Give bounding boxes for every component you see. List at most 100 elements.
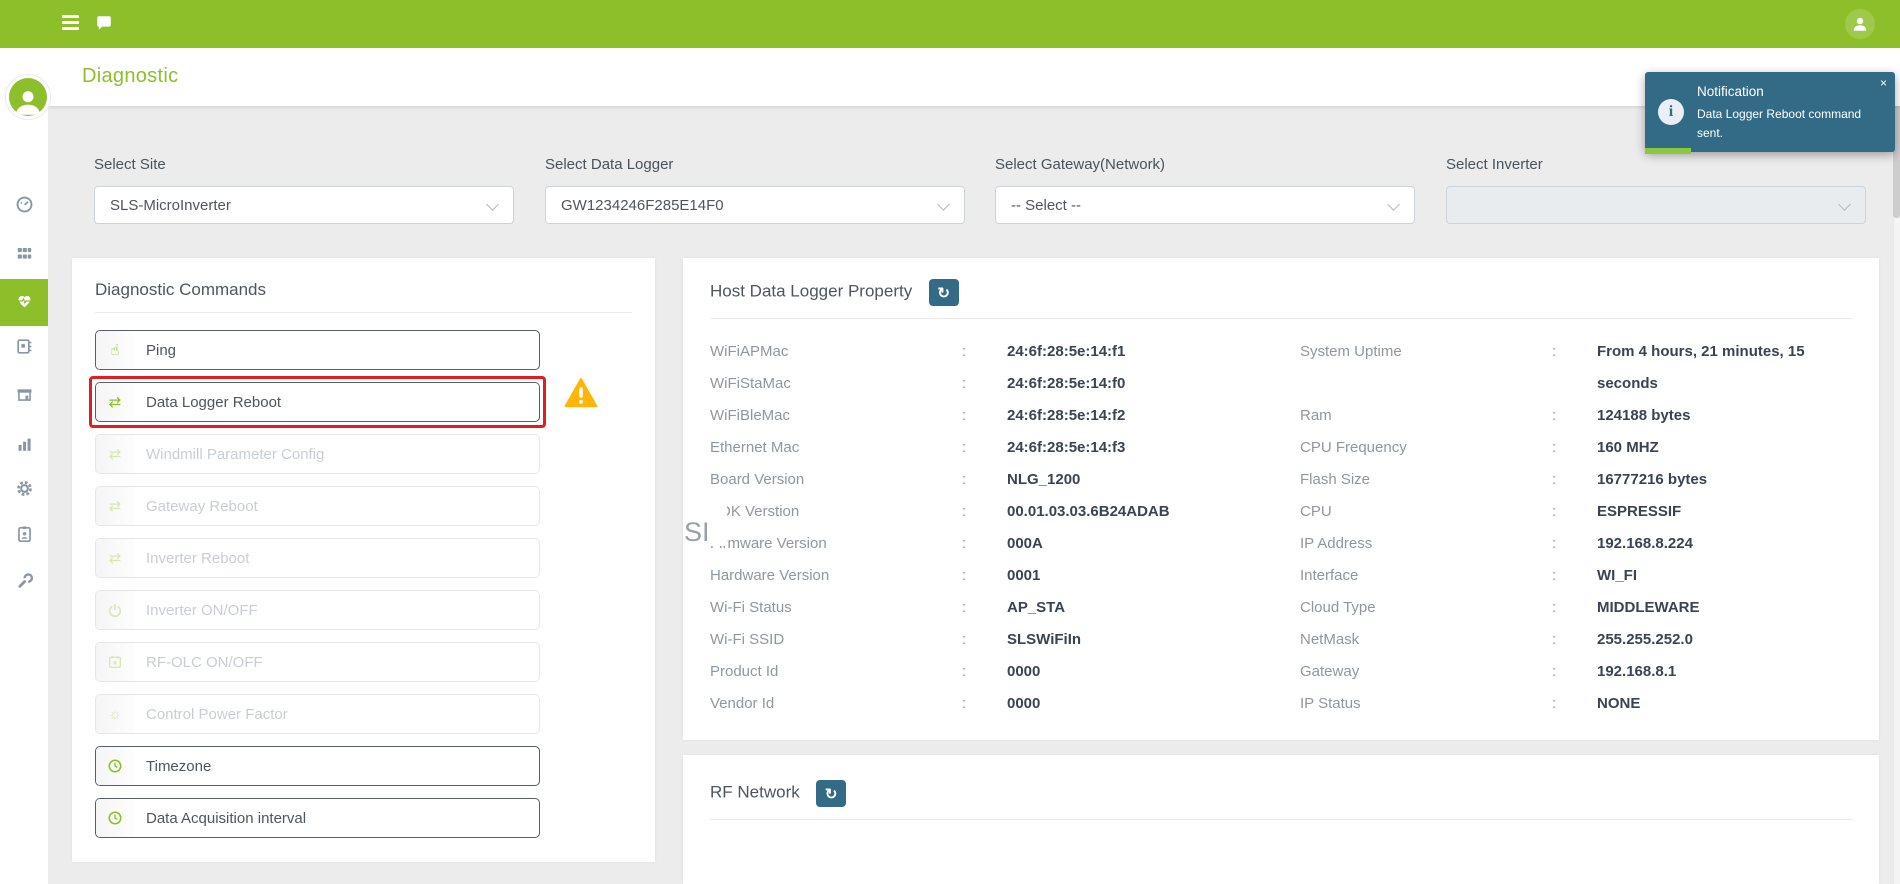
separator: : bbox=[962, 439, 967, 456]
property-key: SDK Verstion bbox=[710, 503, 800, 520]
property-row-sdk-verstion: SDK Verstion: 00.01.03.03.6B24ADAB bbox=[710, 496, 1285, 528]
filter-label: Select Inverter bbox=[1446, 156, 1543, 173]
toast-progress-bar bbox=[1645, 148, 1691, 154]
property-key: WiFiBleMac bbox=[710, 407, 791, 424]
property-key: Product Id bbox=[710, 663, 779, 680]
separator: : bbox=[1552, 631, 1557, 648]
close-icon[interactable]: × bbox=[1880, 76, 1887, 90]
command-data-logger-reboot-button[interactable]: ⇄ Data Logger Reboot bbox=[95, 382, 540, 422]
property-row-gateway: Gateway: 192.168.8.1 bbox=[1300, 656, 1860, 688]
separator: : bbox=[1552, 535, 1557, 552]
rf-panel-title: RF Network bbox=[710, 782, 800, 802]
refresh-host-button[interactable]: ↻ bbox=[928, 279, 959, 306]
separator: : bbox=[1552, 471, 1557, 488]
property-key: CPU bbox=[1300, 503, 1332, 520]
host-panel-title: Host Data Logger Property bbox=[710, 281, 913, 301]
menu-toggle-button[interactable] bbox=[62, 15, 80, 32]
property-key: CPU Frequency bbox=[1300, 439, 1407, 456]
property-key: Ram bbox=[1300, 407, 1332, 424]
command-label: Control Power Factor bbox=[146, 705, 288, 723]
property-value: From 4 hours, 21 minutes, 15 seconds bbox=[1597, 343, 1805, 392]
property-value: 0000 bbox=[1007, 695, 1041, 712]
retweet-icon: ⇄ bbox=[96, 487, 134, 525]
sidebar-item-gear[interactable] bbox=[0, 468, 48, 514]
command-rf-olc-on-off-button: RF-OLC ON/OFF bbox=[95, 642, 540, 682]
property-key: IP Status bbox=[1300, 695, 1361, 712]
property-value: WI_FI bbox=[1597, 567, 1637, 584]
refresh-rf-button[interactable]: ↻ bbox=[816, 780, 847, 807]
property-row-system-uptime: System Uptime: From 4 hours, 21 minutes, … bbox=[1300, 336, 1860, 400]
bar-chart-icon bbox=[15, 435, 34, 459]
sidebar-item-wrench[interactable] bbox=[0, 561, 48, 607]
rf-network-panel: RF Network ↻ bbox=[683, 755, 1879, 884]
property-key: Gateway bbox=[1300, 663, 1360, 680]
property-key: NetMask bbox=[1300, 631, 1360, 648]
separator: : bbox=[962, 599, 967, 616]
retweet-icon: ⇄ bbox=[96, 539, 134, 577]
property-key: Wi-Fi Status bbox=[710, 599, 792, 616]
power-icon bbox=[96, 591, 134, 629]
command-timezone-button[interactable]: Timezone bbox=[95, 746, 540, 786]
separator: : bbox=[962, 407, 967, 424]
select-gateway-dropdown[interactable]: -- Select -- bbox=[995, 186, 1415, 224]
user-menu[interactable] bbox=[1845, 9, 1875, 39]
refresh-icon: ↻ bbox=[824, 785, 838, 803]
separator: : bbox=[1552, 695, 1557, 712]
property-row-firmware-version: Firmware Version: 000A bbox=[710, 528, 1285, 560]
sidebar-item-chip[interactable] bbox=[0, 326, 48, 372]
page-header: Diagnostic bbox=[48, 48, 1900, 106]
refresh-icon: ↻ bbox=[937, 284, 950, 302]
user-icon bbox=[1853, 17, 1867, 31]
property-row-ip-status: IP Status: NONE bbox=[1300, 688, 1860, 720]
property-key: Wi-Fi SSID bbox=[710, 631, 785, 648]
toast-message: Data Logger Reboot command sent. bbox=[1697, 107, 1862, 141]
property-row-wifiapmac: WiFiAPMac: 24:6f:28:5e:14:f1 bbox=[710, 336, 1285, 368]
command-label: Inverter ON/OFF bbox=[146, 601, 258, 619]
separator: : bbox=[1552, 503, 1557, 520]
rf-panel-title-row: RF Network ↻ bbox=[710, 780, 847, 807]
property-row-hardware-version: Hardware Version: 0001 bbox=[710, 560, 1285, 592]
heartbeat-icon bbox=[15, 291, 34, 315]
sidebar-item-id-badge[interactable] bbox=[0, 514, 48, 560]
property-row-vendor-id: Vendor Id: 0000 bbox=[710, 688, 1285, 720]
command-data-acquisition-interval-button[interactable]: Data Acquisition interval bbox=[95, 798, 540, 838]
filter-label: Select Data Logger bbox=[545, 156, 674, 173]
property-value: 0000 bbox=[1007, 663, 1041, 680]
separator: : bbox=[962, 503, 967, 520]
separator: : bbox=[962, 663, 967, 680]
selected-value: GW1234246F285E14F0 bbox=[561, 196, 724, 214]
property-row-board-version: Board Version: NLG_1200 bbox=[710, 464, 1285, 496]
property-key: Vendor Id bbox=[710, 695, 775, 712]
filter-label: Select Site bbox=[94, 156, 166, 173]
command-label: Windmill Parameter Config bbox=[146, 445, 325, 463]
chat-icon[interactable] bbox=[96, 15, 112, 32]
sidebar-item-grid[interactable] bbox=[0, 233, 48, 279]
property-key: Cloud Type bbox=[1300, 599, 1376, 616]
property-value: 24:6f:28:5e:14:f1 bbox=[1007, 343, 1126, 360]
separator: : bbox=[962, 695, 967, 712]
divider bbox=[710, 819, 1852, 820]
property-value: 192.168.8.1 bbox=[1597, 663, 1677, 680]
clock-icon bbox=[96, 747, 134, 785]
selected-value: -- Select -- bbox=[1011, 196, 1082, 214]
command-label: Gateway Reboot bbox=[146, 497, 258, 515]
select-data-logger-dropdown[interactable]: GW1234246F285E14F0 bbox=[545, 186, 965, 224]
avatar[interactable] bbox=[5, 74, 51, 120]
calendar-times-icon bbox=[96, 643, 134, 681]
select-site-dropdown[interactable]: SLS-MicroInverter bbox=[94, 186, 514, 224]
sidebar-item-gauge[interactable] bbox=[0, 184, 48, 230]
sidebar-item-store[interactable] bbox=[0, 374, 48, 420]
command-label: Ping bbox=[146, 341, 177, 359]
property-value: MIDDLEWARE bbox=[1597, 599, 1700, 616]
chip-icon bbox=[15, 337, 34, 361]
property-value: 24:6f:28:5e:14:f0 bbox=[1007, 375, 1126, 392]
command-inverter-reboot-button: ⇄ Inverter Reboot bbox=[95, 538, 540, 578]
gauge-icon bbox=[15, 195, 34, 219]
selected-command-highlight: ⇄ Data Logger Reboot bbox=[89, 376, 546, 428]
sidebar-item-bar-chart[interactable] bbox=[0, 424, 48, 470]
property-key: Hardware Version bbox=[710, 567, 830, 584]
sidebar-item-heartbeat[interactable] bbox=[0, 279, 48, 326]
person-icon bbox=[16, 91, 40, 115]
property-row-wifiblemac: WiFiBleMac: 24:6f:28:5e:14:f2 bbox=[710, 400, 1285, 432]
command-ping-button[interactable]: ☝ Ping bbox=[95, 330, 540, 370]
